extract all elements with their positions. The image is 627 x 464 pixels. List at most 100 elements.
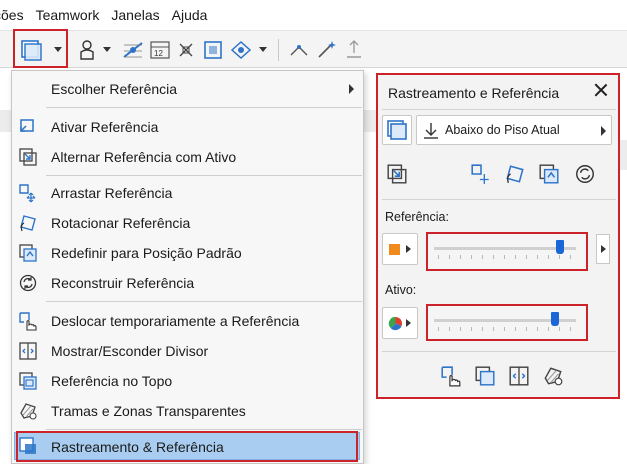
submenu-arrow-icon <box>349 84 354 94</box>
transparent-fills-icon <box>544 367 563 386</box>
divider-button[interactable] <box>508 365 530 387</box>
reference-label: Referência: <box>385 210 449 224</box>
menu-item-label: Referência no Topo <box>51 373 173 389</box>
select-frame-button[interactable] <box>200 37 226 63</box>
reset-position-button[interactable] <box>538 163 560 185</box>
person-dropdown-arrow[interactable] <box>100 37 114 63</box>
measure-button[interactable] <box>286 37 312 63</box>
menu-separator <box>46 107 362 108</box>
reset-position-icon <box>18 243 38 263</box>
slider-thumb[interactable] <box>555 240 564 254</box>
menu-item-drag-reference[interactable]: Arrastar Referência <box>12 178 363 208</box>
palette-separator <box>382 199 616 200</box>
reference-opacity-slider[interactable] <box>426 232 588 271</box>
menu-item-swap-reference[interactable]: Alternar Referência com Ativo <box>12 142 363 172</box>
elevation-icon <box>347 40 361 58</box>
toolbar-divider <box>278 39 279 61</box>
menu-separator <box>46 175 362 176</box>
menu-item-reference-on-top[interactable]: Referência no Topo <box>12 366 363 396</box>
palette-title: Rastreamento e Referência <box>388 85 560 101</box>
activate-reference-icon <box>18 117 38 137</box>
menu-teamwork[interactable]: Teamwork <box>36 7 106 23</box>
view-button[interactable] <box>228 37 254 63</box>
menu-item-label: Ativar Referência <box>51 119 159 135</box>
person-icon <box>80 40 94 60</box>
rotate-reference-button[interactable] <box>504 163 526 185</box>
chevron-right-icon <box>601 126 606 136</box>
menu-separator <box>46 429 362 430</box>
reset-position-icon <box>539 164 559 184</box>
eye-shape-icon <box>230 40 252 60</box>
menu-item-label: Tramas e Zonas Transparentes <box>51 403 246 419</box>
menu-item-rebuild-reference[interactable]: Reconstruir Referência <box>12 268 363 298</box>
transparent-fills-button[interactable] <box>542 365 564 387</box>
menu-options[interactable]: ções <box>0 7 30 23</box>
snap-grid-icon <box>123 42 143 58</box>
menu-item-label: Rotacionar Referência <box>51 215 191 231</box>
close-icon[interactable] <box>594 83 608 97</box>
menu-item-choose-reference[interactable]: Escolher Referência <box>12 74 363 104</box>
menu-item-reset-position[interactable]: Redefinir para Posição Padrão <box>12 238 363 268</box>
cross-button[interactable] <box>174 37 198 63</box>
swap-reference-button[interactable] <box>386 163 408 185</box>
temporary-shift-icon <box>18 311 38 331</box>
background-panel <box>0 110 11 132</box>
drag-reference-button[interactable] <box>470 163 492 185</box>
menu-item-label: Alternar Referência com Ativo <box>51 149 237 165</box>
drag-reference-icon <box>471 164 489 184</box>
background-panel <box>620 140 627 170</box>
drag-reference-icon <box>18 183 38 203</box>
reference-select-value: Abaixo do Piso Atual <box>445 123 560 137</box>
menu-item-label: Redefinir para Posição Padrão <box>51 245 242 261</box>
menu-item-rotate-reference[interactable]: Rotacionar Referência <box>12 208 363 238</box>
menu-item-activate-reference[interactable]: Ativar Referência <box>12 112 363 142</box>
slider-track <box>434 247 576 250</box>
slider-ticks <box>438 327 574 331</box>
reference-on-top-button[interactable] <box>474 365 496 387</box>
swap-reference-icon <box>387 164 407 184</box>
rotate-reference-icon <box>18 213 38 233</box>
trace-reference-menu: Escolher Referência Ativar Referência Al… <box>11 70 364 464</box>
dimension-icon: 12 <box>150 41 170 59</box>
trace-toggle-button[interactable] <box>382 115 412 145</box>
menu-item-divider[interactable]: Mostrar/Esconder Divisor <box>12 336 363 366</box>
active-label: Ativo: <box>385 283 417 297</box>
person-toolbar-button[interactable] <box>76 37 98 63</box>
menu-windows[interactable]: Janelas <box>111 7 165 23</box>
rebuild-reference-button[interactable] <box>574 163 596 185</box>
reference-select[interactable]: Abaixo do Piso Atual <box>416 115 612 145</box>
slider-thumb[interactable] <box>550 312 559 326</box>
trace-reference-icon <box>387 120 407 140</box>
reference-color-button[interactable] <box>382 233 418 265</box>
menu-item-transparent-fills[interactable]: Tramas e Zonas Transparentes <box>12 396 363 426</box>
active-opacity-slider[interactable] <box>426 304 588 341</box>
active-color-button[interactable] <box>382 307 418 339</box>
elevate-button[interactable] <box>342 37 366 63</box>
magic-wand-button[interactable] <box>314 37 340 63</box>
rebuild-reference-icon <box>18 273 38 293</box>
menu-item-temporary-shift[interactable]: Deslocar temporariamente a Referência <box>12 306 363 336</box>
swap-reference-icon <box>18 147 38 167</box>
menu-bar: ções Teamwork Janelas Ajuda <box>0 0 627 30</box>
rebuild-reference-icon <box>576 165 594 183</box>
temporary-shift-button[interactable] <box>440 365 462 387</box>
menu-help[interactable]: Ajuda <box>172 7 214 23</box>
slider-ticks <box>438 255 574 259</box>
trace-button-highlight <box>13 29 68 68</box>
arrow-down-to-line-icon <box>424 123 438 139</box>
reference-more-button[interactable] <box>596 234 610 264</box>
grid-snap-button[interactable] <box>120 37 146 63</box>
magic-wand-icon <box>318 41 336 58</box>
menu-item-label: Reconstruir Referência <box>51 275 195 291</box>
crosshair-icon <box>179 43 193 57</box>
menu-item-label: Deslocar temporariamente a Referência <box>51 313 300 329</box>
view-dropdown-arrow[interactable] <box>256 37 270 63</box>
svg-text:12: 12 <box>154 49 163 58</box>
reference-on-top-icon <box>475 366 495 386</box>
transparent-fills-icon <box>18 401 38 421</box>
divider-icon <box>509 366 529 386</box>
trace-reference-palette: Rastreamento e Referência Abaixo do Piso… <box>376 73 620 399</box>
menu-separator <box>46 301 362 302</box>
dimension-button[interactable]: 12 <box>147 37 173 63</box>
rotate-reference-icon <box>506 165 524 184</box>
